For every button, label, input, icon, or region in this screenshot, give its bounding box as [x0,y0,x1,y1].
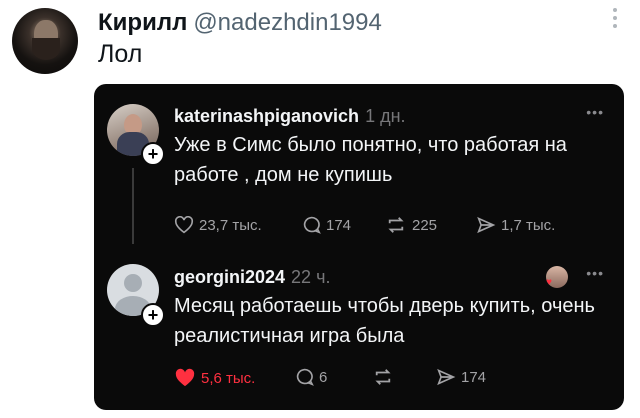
like-count: 5,6 тыс. [201,369,256,387]
post-time: 1 дн. [365,106,406,126]
outer-post-header: Кирилл @nadezhdin1994 [98,9,382,37]
comment-button[interactable]: 6 [294,368,327,386]
repost-icon [388,217,404,233]
avatar-beard [32,38,60,60]
post-text: Месяц работаешь чтобы дверь купить, очен… [174,295,595,347]
comment-count: 6 [319,368,328,386]
username[interactable]: georgini2024 [174,267,285,287]
share-icon [477,216,496,234]
more-horizontal-icon[interactable]: ••• [586,104,604,120]
like-button[interactable]: 23,7 тыс. [174,216,262,234]
follow-plus-icon[interactable]: + [141,142,165,166]
username[interactable]: katerinashpiganovich [174,106,359,126]
more-vertical-icon[interactable] [612,8,618,32]
repost-button[interactable] [372,368,399,386]
more-horizontal-icon[interactable]: ••• [586,265,604,281]
thread-line [132,168,134,244]
comment-icon [303,216,321,234]
like-count: 23,7 тыс. [199,216,262,234]
share-button[interactable]: 1,7 тыс. [476,216,555,234]
share-count: 174 [461,368,487,386]
post-time: 22 ч. [291,267,331,287]
share-icon [437,368,456,386]
post-text: Уже в Симс было понятно, что работая на … [174,134,567,186]
embedded-thread-screenshot: + katerinashpiganovich 1 дн. ••• Уже в Си… [94,84,624,410]
outer-post-text: Лол [98,40,143,68]
repost-icon [375,369,391,385]
reaction-avatar: ♥ [546,266,568,288]
follow-plus-icon[interactable]: + [141,303,165,327]
repost-count: 225 [412,216,438,234]
post-author[interactable]: georgini2024 22 ч. [174,267,330,288]
comment-button[interactable]: 174 [301,216,351,234]
share-button[interactable]: 174 [436,368,486,386]
like-button[interactable]: 5,6 тыс. [174,368,255,388]
heart-icon [174,216,194,234]
comment-count: 174 [326,216,352,234]
outer-avatar[interactable] [12,8,78,74]
post-author[interactable]: katerinashpiganovich 1 дн. [174,106,406,127]
outer-display-name[interactable]: Кирилл [98,9,187,36]
outer-handle[interactable]: @nadezhdin1994 [193,9,382,36]
repost-button[interactable]: 225 [385,216,437,234]
comment-icon [296,368,314,386]
share-count: 1,7 тыс. [501,216,556,234]
heart-icon [175,368,195,387]
